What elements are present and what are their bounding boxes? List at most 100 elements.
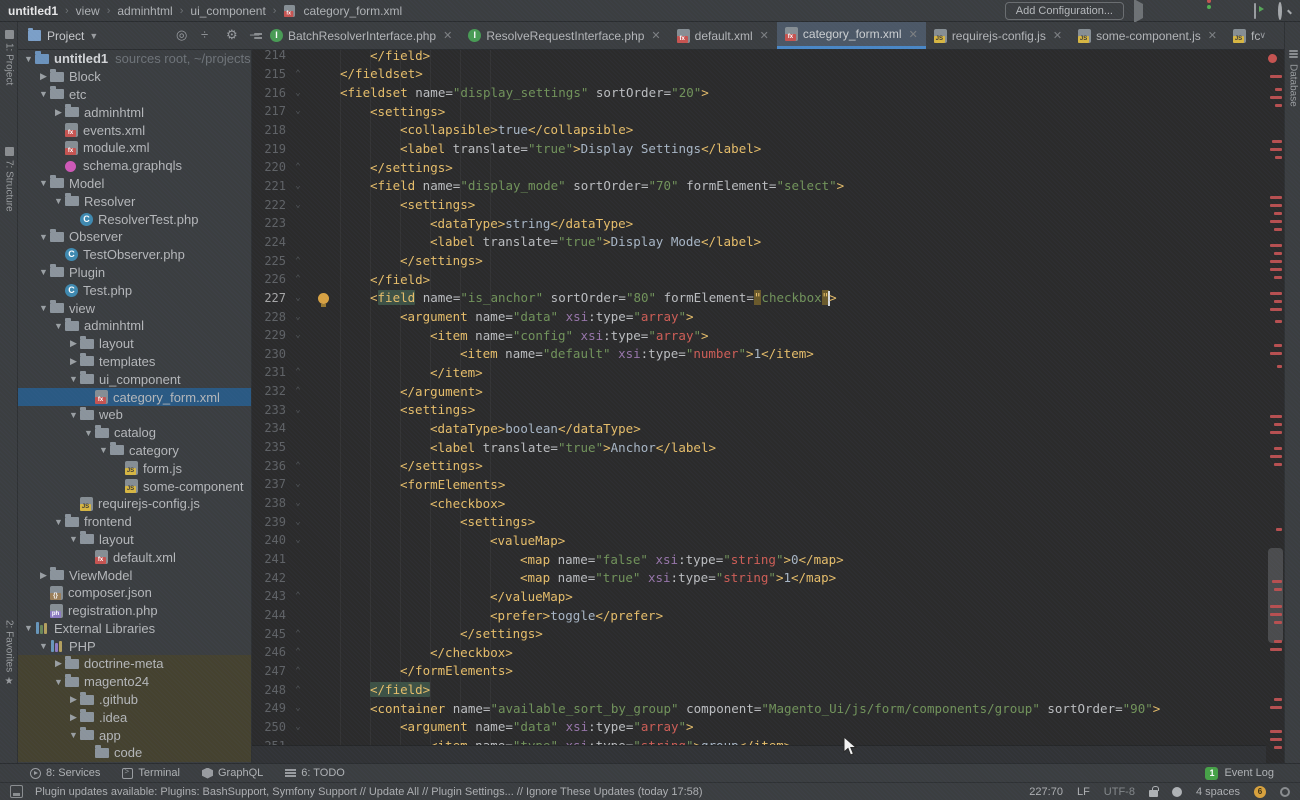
editor-line[interactable]: 248⌃</field> bbox=[252, 680, 1266, 699]
collapse-arrow-icon[interactable]: ▼ bbox=[52, 517, 65, 527]
collapse-arrow-icon[interactable]: ▼ bbox=[52, 677, 65, 687]
fold-marker[interactable]: ⌃ bbox=[286, 386, 310, 396]
code-editor[interactable]: 214</field>215⌃</fieldset>216⌄<fieldset … bbox=[252, 50, 1266, 745]
fold-marker[interactable]: ⌄ bbox=[286, 722, 310, 732]
tree-item[interactable]: fxmodule.xml bbox=[18, 139, 251, 157]
tree-item[interactable]: ▼view bbox=[18, 299, 251, 317]
tree-item[interactable]: ▼catalog bbox=[18, 424, 251, 442]
tree-item[interactable]: ▶.github bbox=[18, 691, 251, 709]
editor-line[interactable]: 237⌄<formElements> bbox=[252, 475, 1266, 494]
editor-line[interactable]: 221⌄<field name="display_mode" sortOrder… bbox=[252, 177, 1266, 196]
line-ending[interactable]: LF bbox=[1077, 786, 1090, 798]
layout-icon[interactable] bbox=[10, 785, 23, 798]
collapse-arrow-icon[interactable]: ▼ bbox=[37, 641, 50, 651]
expand-arrow-icon[interactable]: ▶ bbox=[67, 694, 80, 705]
tree-item[interactable]: ▼web bbox=[18, 406, 251, 424]
fold-marker[interactable]: ⌄ bbox=[286, 517, 310, 527]
tree-item[interactable]: ▼Plugin bbox=[18, 264, 251, 282]
fold-marker[interactable]: ⌃ bbox=[286, 274, 310, 284]
caret-position[interactable]: 227:70 bbox=[1029, 786, 1063, 798]
breadcrumb-item[interactable]: untitled1 bbox=[8, 4, 58, 18]
tree-item[interactable]: schema.graphqls bbox=[18, 157, 251, 175]
inspection-status-icon[interactable] bbox=[1268, 54, 1277, 63]
tree-item[interactable]: ▼Resolver bbox=[18, 192, 251, 210]
fold-marker[interactable]: ⌃ bbox=[286, 685, 310, 695]
tree-item[interactable]: ▼magento24 bbox=[18, 673, 251, 691]
editor-line[interactable]: 242<map name="true" xsi:type="string">1<… bbox=[252, 568, 1266, 587]
expand-arrow-icon[interactable]: ▶ bbox=[67, 712, 80, 723]
tree-item[interactable]: fxdefault.xml bbox=[18, 548, 251, 566]
tab-close-icon[interactable]: ✕ bbox=[760, 29, 769, 42]
collapse-arrow-icon[interactable]: ▼ bbox=[37, 89, 50, 99]
fold-marker[interactable]: ⌄ bbox=[286, 498, 310, 508]
run-anything-icon[interactable] bbox=[1254, 4, 1268, 18]
tree-item[interactable]: ▼ui_component bbox=[18, 370, 251, 388]
editor-line[interactable]: 233⌄<settings> bbox=[252, 400, 1266, 419]
coverage-icon[interactable] bbox=[1206, 4, 1220, 18]
editor-line[interactable]: 243⌃</valueMap> bbox=[252, 587, 1266, 606]
tree-item[interactable]: code bbox=[18, 744, 251, 762]
collapse-arrow-icon[interactable]: ▼ bbox=[52, 321, 65, 331]
tree-item[interactable]: ▼untitled1sources root, ~/projects bbox=[18, 50, 251, 68]
notifications-icon[interactable]: 6 bbox=[1254, 786, 1266, 798]
editor-line[interactable]: 226⌃</field> bbox=[252, 270, 1266, 289]
tab-close-icon[interactable]: ✕ bbox=[1208, 29, 1217, 42]
fold-marker[interactable]: ⌄ bbox=[286, 181, 310, 191]
tree-item[interactable]: fxevents.xml bbox=[18, 121, 251, 139]
search-everywhere-icon[interactable] bbox=[1278, 4, 1292, 18]
collapse-arrow-icon[interactable]: ▼ bbox=[37, 232, 50, 242]
editor-line[interactable]: 236⌃</settings> bbox=[252, 456, 1266, 475]
editor-line[interactable]: 217⌄<settings> bbox=[252, 102, 1266, 121]
fold-marker[interactable]: ⌃ bbox=[286, 461, 310, 471]
lock-icon[interactable] bbox=[1149, 790, 1158, 797]
toolwindow-button-structure[interactable]: 7: Structure bbox=[0, 147, 18, 212]
collapse-arrow-icon[interactable]: ▼ bbox=[22, 54, 35, 64]
tree-item[interactable]: JSsome-component bbox=[18, 477, 251, 495]
tree-item[interactable]: ▼etc bbox=[18, 86, 251, 104]
editor-tab[interactable]: fxdefault.xml✕ bbox=[669, 22, 777, 49]
editor-line[interactable]: 228⌄<argument name="data" xsi:type="arra… bbox=[252, 307, 1266, 326]
fold-marker[interactable]: ⌄ bbox=[286, 479, 310, 489]
fold-marker[interactable]: ⌄ bbox=[286, 703, 310, 713]
editor-line[interactable]: 246⌃</checkbox> bbox=[252, 643, 1266, 662]
collapse-arrow-icon[interactable]: ▼ bbox=[97, 445, 110, 455]
tree-item[interactable]: ▶Block bbox=[18, 68, 251, 86]
fold-marker[interactable]: ⌃ bbox=[286, 69, 310, 79]
settings-gear-icon[interactable]: ⚙ bbox=[226, 28, 238, 42]
fold-marker[interactable]: ⌄ bbox=[286, 293, 310, 303]
editor-line[interactable]: 245⌃</settings> bbox=[252, 624, 1266, 643]
toolwindow-button-project[interactable]: 1: Project bbox=[0, 30, 18, 85]
editor-line[interactable]: 247⌃</formElements> bbox=[252, 662, 1266, 681]
tree-item[interactable]: ▼layout bbox=[18, 531, 251, 549]
editor-line[interactable]: 241<map name="false" xsi:type="string">0… bbox=[252, 550, 1266, 569]
fold-marker[interactable]: ⌄ bbox=[286, 535, 310, 545]
collapse-arrow-icon[interactable]: ▼ bbox=[37, 178, 50, 188]
tree-item[interactable]: ▶doctrine-meta bbox=[18, 655, 251, 673]
tree-item[interactable]: ▼Observer bbox=[18, 228, 251, 246]
editor-line[interactable]: 230<item name="default" xsi:type="number… bbox=[252, 345, 1266, 364]
intention-bulb-icon[interactable] bbox=[318, 293, 329, 304]
status-message[interactable]: Plugin updates available: Plugins: BashS… bbox=[35, 786, 703, 798]
editor-line[interactable]: 244<prefer>toggle</prefer> bbox=[252, 606, 1266, 625]
project-panel-header[interactable]: Project ▼ ◎ ÷ ⚙ ─ bbox=[18, 22, 252, 49]
expand-arrow-icon[interactable]: ▶ bbox=[52, 107, 65, 118]
toolwindow-button-database[interactable]: Database bbox=[1285, 50, 1300, 107]
fold-marker[interactable]: ⌃ bbox=[286, 256, 310, 266]
tree-item[interactable]: ▶templates bbox=[18, 353, 251, 371]
fold-marker[interactable]: ⌃ bbox=[286, 367, 310, 377]
collapse-arrow-icon[interactable]: ▼ bbox=[67, 730, 80, 740]
fold-marker[interactable]: ⌄ bbox=[286, 312, 310, 322]
collapse-arrow-icon[interactable]: ▼ bbox=[37, 303, 50, 313]
editor-line[interactable]: 219<label translate="true">Display Setti… bbox=[252, 139, 1266, 158]
run-icon[interactable] bbox=[1134, 4, 1148, 18]
editor-line[interactable]: 223<dataType>string</dataType> bbox=[252, 214, 1266, 233]
collapse-arrow-icon[interactable]: ▼ bbox=[67, 410, 80, 420]
editor-line[interactable]: 231⌃</item> bbox=[252, 363, 1266, 382]
tree-item[interactable]: ▼PHP bbox=[18, 637, 251, 655]
tree-item[interactable]: ▶ViewModel bbox=[18, 566, 251, 584]
tree-item[interactable]: ▶.idea bbox=[18, 708, 251, 726]
fold-marker[interactable]: ⌄ bbox=[286, 200, 310, 210]
editor-line[interactable]: 232⌃</argument> bbox=[252, 382, 1266, 401]
expand-arrow-icon[interactable]: ▶ bbox=[37, 570, 50, 581]
editor-line[interactable]: 220⌃</settings> bbox=[252, 158, 1266, 177]
